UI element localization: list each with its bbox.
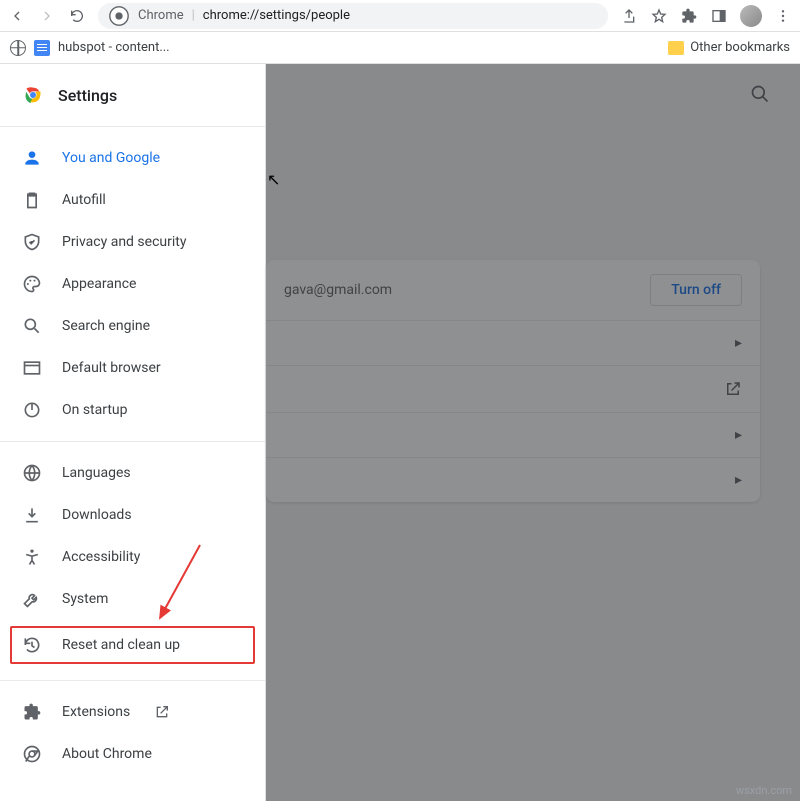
sidebar-item-label: Search engine — [62, 318, 150, 334]
sidebar-item-label: Languages — [62, 465, 131, 481]
sidebar-item-label: Default browser — [62, 360, 161, 376]
sidebar-item-privacy-and-security[interactable]: Privacy and security — [0, 221, 265, 263]
profile-avatar[interactable] — [740, 5, 762, 27]
sidebar-item-autofill[interactable]: Autofill — [0, 179, 265, 221]
cursor-icon: ↖ — [267, 170, 280, 189]
accessibility-icon — [22, 547, 42, 567]
sidebar-title: Settings — [58, 86, 117, 105]
sidebar-item-on-startup[interactable]: On startup — [0, 389, 265, 431]
palette-icon — [22, 274, 42, 294]
globe-icon — [22, 463, 42, 483]
sidebar-item-label: Extensions — [62, 704, 130, 720]
sidebar-item-label: Appearance — [62, 276, 136, 292]
watermark: wsxdn.com — [736, 784, 792, 797]
sidebar-item-label: Privacy and security — [62, 234, 186, 250]
content-area: gava@gmail.com Turn off ▸ ▸ ▸ — [266, 64, 800, 801]
sidebar-item-label: On startup — [62, 402, 128, 418]
search-icon — [22, 316, 42, 336]
sidebar-item-label: You and Google — [62, 150, 160, 166]
folder-icon — [668, 41, 684, 55]
sidebar-item-label: Downloads — [62, 507, 132, 523]
bookmark-item[interactable]: hubspot - content... — [58, 40, 170, 55]
sidebar-header: Settings — [0, 64, 265, 127]
sidebar-item-system[interactable]: System — [0, 578, 265, 620]
forward-button[interactable] — [38, 7, 56, 25]
browser-toolbar: Chrome | chrome://settings/people — [0, 0, 800, 32]
sidebar-item-search-engine[interactable]: Search engine — [0, 305, 265, 347]
sidebar-item-extensions[interactable]: Extensions — [0, 691, 265, 733]
chrome-icon — [108, 5, 130, 27]
address-bar[interactable]: Chrome | chrome://settings/people — [98, 3, 608, 29]
sidebar-item-default-browser[interactable]: Default browser — [0, 347, 265, 389]
settings-sidebar: Settings You and Google Autofill Privacy a… — [0, 64, 266, 801]
bookmarks-bar: hubspot - content... Other bookmarks — [0, 32, 800, 64]
sidebar-item-about-chrome[interactable]: About Chrome — [0, 733, 265, 775]
clipboard-icon — [22, 190, 42, 210]
url-text: chrome://settings/people — [203, 8, 350, 23]
share-icon[interactable] — [620, 7, 638, 25]
history-icon — [22, 635, 42, 655]
extensions-puzzle-icon[interactable] — [680, 7, 698, 25]
reload-button[interactable] — [68, 7, 86, 25]
bookmark-star-icon[interactable] — [650, 7, 668, 25]
sidebar-item-label: System — [62, 591, 108, 607]
extension-icon — [22, 702, 42, 722]
sidebar-item-appearance[interactable]: Appearance — [0, 263, 265, 305]
download-icon — [22, 505, 42, 525]
globe-icon[interactable] — [10, 40, 26, 56]
chrome-icon — [22, 744, 42, 764]
dim-overlay — [266, 64, 800, 801]
sidebar-item-reset-and-clean-up[interactable]: Reset and clean up — [8, 624, 257, 666]
external-link-icon — [154, 704, 170, 720]
back-button[interactable] — [8, 7, 26, 25]
chrome-logo-icon — [22, 84, 44, 106]
sidebar-item-you-and-google[interactable]: You and Google — [0, 137, 265, 179]
browser-icon — [22, 358, 42, 378]
wrench-icon — [22, 589, 42, 609]
person-icon — [22, 148, 42, 168]
docs-icon[interactable] — [34, 40, 50, 56]
sidebar-item-label: Accessibility — [62, 549, 140, 565]
url-label: Chrome — [138, 8, 184, 23]
menu-dots-icon[interactable] — [774, 7, 792, 25]
sidepanel-icon[interactable] — [710, 7, 728, 25]
shield-icon — [22, 232, 42, 252]
sidebar-item-label: Autofill — [62, 192, 106, 208]
sidebar-item-label: About Chrome — [62, 746, 152, 762]
sidebar-item-label: Reset and clean up — [62, 637, 180, 653]
sidebar-item-downloads[interactable]: Downloads — [0, 494, 265, 536]
power-icon — [22, 400, 42, 420]
other-bookmarks[interactable]: Other bookmarks — [690, 40, 790, 55]
sidebar-item-languages[interactable]: Languages — [0, 452, 265, 494]
sidebar-item-accessibility[interactable]: Accessibility — [0, 536, 265, 578]
